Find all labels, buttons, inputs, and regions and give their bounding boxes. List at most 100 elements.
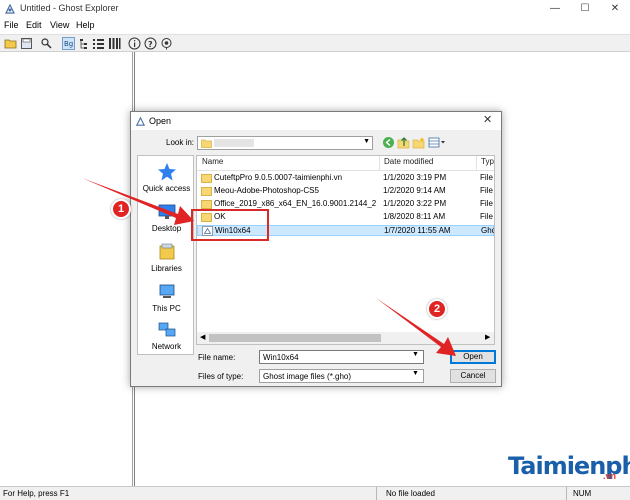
dialog-title: Open <box>149 116 172 126</box>
list-icon[interactable] <box>92 37 105 50</box>
file-name: CuteftpPro 9.0.5.0007-taimienphi.vn <box>214 173 343 182</box>
column-header-name[interactable]: Name <box>202 157 223 166</box>
folder-icon <box>201 187 212 196</box>
tree-pane[interactable] <box>0 52 133 486</box>
status-file-text: No file loaded <box>386 489 435 498</box>
status-help-text: For Help, press F1 <box>3 489 70 498</box>
about-icon[interactable] <box>160 37 173 50</box>
file-name-input[interactable]: Win10x64 <box>259 350 424 364</box>
file-date: 1/8/2020 8:11 AM <box>383 212 446 221</box>
status-divider <box>566 487 567 500</box>
file-name-label: File name: <box>198 353 236 362</box>
minimize-button[interactable]: — <box>542 0 568 18</box>
view-menu-icon[interactable] <box>428 136 446 149</box>
window-titlebar[interactable]: Untitled - Ghost Explorer — ☐ ✕ <box>0 0 630 18</box>
place-this-pc[interactable]: This PC <box>138 282 195 313</box>
column-divider[interactable] <box>476 156 477 170</box>
dialog-titlebar[interactable]: Open ✕ <box>131 112 501 130</box>
look-in-dropdown[interactable]: ▼ <box>197 136 373 150</box>
help-icon[interactable]: ? <box>144 37 157 50</box>
menu-file[interactable]: File <box>4 20 19 30</box>
svg-text:Bg: Bg <box>64 40 73 48</box>
place-label: Quick access <box>142 184 191 193</box>
header-divider <box>197 170 494 171</box>
files-of-type-label: Files of type: <box>198 372 244 381</box>
place-desktop[interactable]: Desktop <box>138 202 195 233</box>
ghost-app-icon <box>5 3 15 14</box>
dialog-app-icon <box>135 116 146 126</box>
watermark-logo: Taimienphi .vn <box>488 448 630 484</box>
column-divider[interactable] <box>379 156 380 170</box>
places-bar: Quick access Desktop Libraries This PC N… <box>137 155 194 355</box>
file-date: 1/1/2020 3:19 PM <box>383 173 447 182</box>
file-type: File fo <box>480 173 494 182</box>
horizontal-scrollbar[interactable]: ◀ ▶ <box>197 332 494 344</box>
toolbar: Bg ? <box>0 34 630 52</box>
open-button[interactable]: Open <box>450 350 496 364</box>
cancel-button[interactable]: Cancel <box>450 369 496 383</box>
status-divider <box>376 487 377 500</box>
file-type: File fo <box>480 212 494 221</box>
info-icon[interactable] <box>128 37 141 50</box>
place-label: Desktop <box>151 224 182 233</box>
back-icon[interactable] <box>382 136 395 149</box>
menu-edit[interactable]: Edit <box>26 20 42 30</box>
window-title: Untitled - Ghost Explorer <box>20 3 119 13</box>
dialog-close-button[interactable]: ✕ <box>483 113 492 126</box>
file-name: Office_2019_x86_x64_EN_16.0.9001.2144_2 <box>214 199 377 208</box>
chevron-down-icon[interactable]: ▼ <box>412 351 419 358</box>
details-icon[interactable]: Bg <box>62 37 75 50</box>
open-dialog: Open ✕ Look in: ▼ Quick access Desktop L… <box>130 111 502 387</box>
scroll-left-icon[interactable]: ◀ <box>200 333 205 341</box>
network-icon <box>158 322 175 337</box>
selection-highlight-box <box>191 209 269 241</box>
maximize-button[interactable]: ☐ <box>572 0 598 18</box>
file-row[interactable]: Meou-Adobe-Photoshop-CS5 1/2/2020 9:14 A… <box>197 186 494 197</box>
tree-icon[interactable] <box>78 37 91 50</box>
star-icon <box>157 163 176 181</box>
open-folder-icon[interactable] <box>4 37 17 50</box>
folder-icon <box>201 139 212 148</box>
column-header-date[interactable]: Date modified <box>384 157 433 166</box>
file-type: File fo <box>480 199 494 208</box>
svg-text:?: ? <box>148 40 153 49</box>
libraries-icon <box>159 243 174 260</box>
scroll-right-icon[interactable]: ▶ <box>485 333 490 341</box>
new-folder-icon[interactable] <box>412 136 425 149</box>
place-label: Network <box>151 342 182 351</box>
columns-icon[interactable] <box>108 37 121 50</box>
up-folder-icon[interactable] <box>397 136 410 149</box>
scrollbar-thumb[interactable] <box>209 334 381 342</box>
file-type: File fo <box>480 186 494 195</box>
computer-icon <box>159 284 174 298</box>
desktop-icon <box>158 204 175 219</box>
files-of-type-select[interactable]: Ghost image files (*.gho) <box>259 369 424 383</box>
place-quick-access[interactable]: Quick access <box>138 162 195 193</box>
place-label: Libraries <box>151 264 182 273</box>
file-type: Ghost <box>481 226 494 235</box>
save-icon[interactable] <box>20 37 33 50</box>
status-num-indicator: NUM <box>573 489 592 498</box>
step-badge-2: 2 <box>427 299 447 319</box>
chevron-down-icon[interactable]: ▼ <box>412 370 419 377</box>
close-button[interactable]: ✕ <box>602 0 628 18</box>
place-label: This PC <box>152 304 181 313</box>
menu-view[interactable]: View <box>50 20 69 30</box>
status-bar: For Help, press F1 No file loaded NUM <box>0 486 630 500</box>
place-network[interactable]: Network <box>138 320 195 351</box>
file-date: 1/1/2020 3:22 PM <box>383 199 447 208</box>
sort-arrow-icon: ^ <box>284 155 288 160</box>
file-list[interactable]: Name ^ Date modified Type CuteftpPro 9.0… <box>196 155 495 345</box>
file-row[interactable]: CuteftpPro 9.0.5.0007-taimienphi.vn 1/1/… <box>197 173 494 184</box>
watermark-domain: .vn <box>603 471 617 481</box>
folder-icon <box>201 200 212 209</box>
file-date: 1/7/2020 11:55 AM <box>384 226 451 235</box>
find-icon[interactable] <box>40 37 53 50</box>
chevron-down-icon: ▼ <box>363 138 370 145</box>
menu-help[interactable]: Help <box>76 20 95 30</box>
place-libraries[interactable]: Libraries <box>138 242 195 273</box>
column-header-type[interactable]: Type <box>481 157 494 166</box>
folder-icon <box>201 174 212 183</box>
file-date: 1/2/2020 9:14 AM <box>383 186 446 195</box>
look-in-label: Look in: <box>166 138 195 147</box>
